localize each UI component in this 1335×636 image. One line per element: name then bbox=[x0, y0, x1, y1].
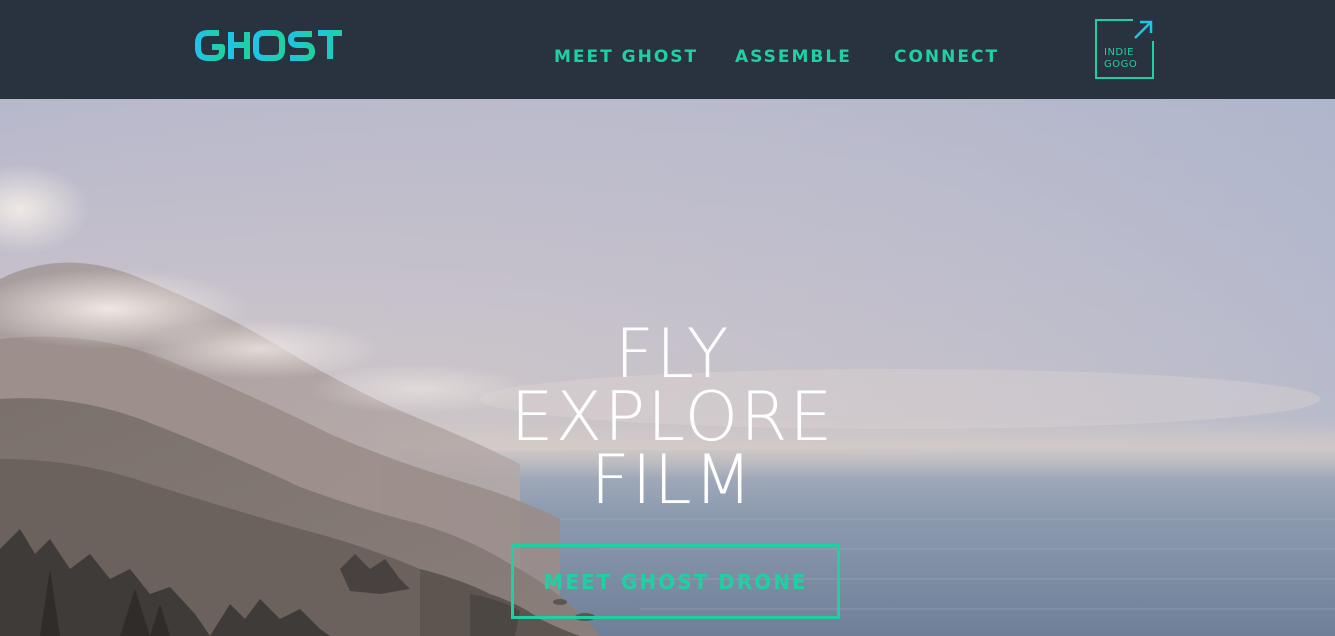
ghost-logo[interactable] bbox=[194, 27, 344, 65]
nav-link-connect[interactable]: CONNECT bbox=[894, 47, 999, 67]
indiegogo-label-line2: GOGO bbox=[1104, 59, 1138, 70]
hero-section: FLY EXPLORE FILM MEET GHOST DRONE bbox=[0, 99, 1335, 636]
headline-line-explore: EXPLORE bbox=[510, 378, 835, 457]
hero-headline: FLY EXPLORE FILM bbox=[0, 315, 1335, 520]
nav-link-assemble[interactable]: ASSEMBLE bbox=[735, 47, 852, 67]
indiegogo-label-line1: INDIE bbox=[1104, 47, 1134, 58]
headline-line-film: FILM bbox=[590, 441, 755, 520]
arrow-up-right-icon bbox=[1134, 20, 1153, 39]
nav-link-meet-ghost[interactable]: MEET GHOST bbox=[554, 47, 698, 67]
headline-line-fly: FLY bbox=[614, 315, 731, 394]
indiegogo-link[interactable]: INDIE GOGO bbox=[1095, 19, 1154, 79]
top-navigation-bar: MEET GHOST ASSEMBLE CONNECT INDIE GOGO bbox=[0, 0, 1335, 99]
indiegogo-label: INDIE GOGO bbox=[1104, 47, 1148, 71]
ghost-logo-icon bbox=[195, 30, 342, 61]
meet-ghost-drone-button[interactable]: MEET GHOST DRONE bbox=[511, 544, 840, 619]
page: MEET GHOST ASSEMBLE CONNECT INDIE GOGO F… bbox=[0, 0, 1335, 636]
